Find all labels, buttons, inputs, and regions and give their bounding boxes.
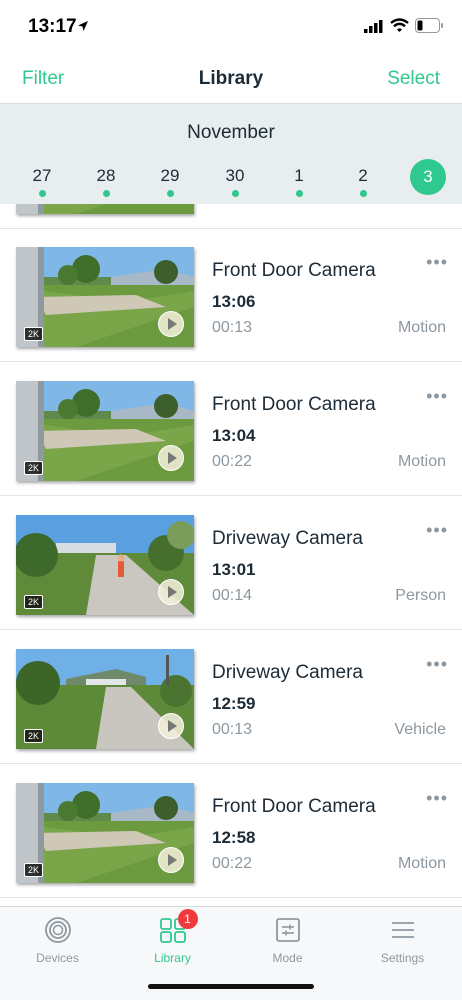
grid-icon: 1 — [158, 909, 198, 945]
tab-devices-label: Devices — [36, 951, 79, 965]
tab-devices[interactable]: Devices — [0, 915, 115, 965]
day-2[interactable]: 2 — [343, 160, 383, 197]
camera-name: Driveway Camera — [212, 662, 363, 683]
recording-dot — [359, 190, 367, 197]
day-3[interactable]: 3 — [410, 159, 446, 195]
tab-settings-label: Settings — [380, 951, 425, 965]
day-strip: 27 28 29 30 1 2 3 — [0, 159, 462, 200]
month-label: November — [187, 122, 275, 143]
quality-badge: 2K — [24, 595, 44, 609]
more-options-icon[interactable]: ••• — [426, 654, 448, 675]
day-number: 27 — [32, 166, 52, 185]
day-number: 1 — [294, 166, 304, 185]
recording-time: 12:59 — [212, 694, 256, 713]
day-28[interactable]: 28 — [86, 160, 126, 197]
status-time: 13:17 — [28, 16, 77, 37]
recording-time: 13:06 — [212, 292, 256, 311]
hamburger-icon — [388, 915, 418, 945]
status-bar: 13:17 — [0, 0, 462, 56]
day-number: 28 — [96, 166, 116, 185]
day-number: 3 — [423, 167, 433, 186]
recording-duration: 00:13 — [212, 319, 253, 336]
recording-dot — [102, 190, 110, 197]
recording-type: Motion — [397, 319, 446, 336]
day-number: 30 — [225, 166, 245, 185]
recording-row[interactable]: 2K Driveway Camera 13:01 00:14 Person ••• — [0, 496, 462, 630]
play-icon[interactable] — [158, 311, 184, 337]
recording-time: 13:01 — [212, 560, 256, 579]
tab-library-label: Library — [154, 951, 191, 965]
recording-time: 13:04 — [212, 426, 256, 445]
nav-bar: Filter Library Select — [0, 56, 462, 102]
recording-type: Motion — [397, 453, 446, 470]
recording-duration: 00:14 — [212, 587, 253, 604]
day-29[interactable]: 29 — [150, 160, 190, 197]
camera-name: Front Door Camera — [212, 394, 376, 415]
camera-name: Front Door Camera — [212, 796, 376, 817]
play-icon[interactable] — [158, 847, 184, 873]
recording-dot — [166, 190, 174, 197]
recording-row[interactable]: 2K Front Door Camera 13:04 00:22 Motion ••• — [0, 362, 462, 496]
recording-type: Vehicle — [394, 721, 446, 738]
recording-thumbnail[interactable] — [16, 203, 194, 214]
filter-button[interactable]: Filter — [22, 68, 64, 90]
recording-thumbnail[interactable]: 2K — [16, 649, 194, 749]
library-badge: 1 — [177, 909, 198, 929]
recording-dot — [231, 190, 239, 197]
recording-thumbnail[interactable]: 2K — [16, 247, 194, 347]
recording-type: Motion — [397, 855, 446, 872]
recording-dot — [38, 190, 46, 197]
tab-settings[interactable]: Settings — [345, 915, 460, 965]
recording-duration: 00:13 — [212, 721, 253, 738]
battery-icon — [415, 18, 443, 33]
recording-type: Person — [395, 587, 446, 604]
recording-row[interactable]: 2K Front Door Camera 12:58 00:22 Motion ••• — [0, 764, 462, 898]
tab-library[interactable]: 1 Library — [115, 909, 230, 965]
day-number: 2 — [358, 166, 368, 185]
recording-dot — [295, 190, 303, 197]
cell-signal-icon — [364, 20, 383, 33]
select-button[interactable]: Select — [387, 68, 440, 90]
quality-badge: 2K — [24, 863, 44, 877]
day-number: 29 — [160, 166, 180, 185]
recording-thumbnail[interactable]: 2K — [16, 515, 194, 615]
play-icon[interactable] — [158, 445, 184, 471]
recording-row[interactable]: 2K Front Door Camera 13:06 00:13 Motion ••• — [0, 228, 462, 362]
recording-duration: 00:22 — [212, 453, 253, 470]
day-1[interactable]: 1 — [279, 160, 319, 197]
camera-name: Driveway Camera — [212, 528, 363, 549]
sliders-icon — [273, 915, 303, 945]
location-arrow-icon — [78, 21, 88, 31]
more-options-icon[interactable]: ••• — [426, 520, 448, 541]
more-options-icon[interactable]: ••• — [426, 386, 448, 407]
quality-badge: 2K — [24, 729, 44, 743]
quality-badge: 2K — [24, 461, 44, 475]
camera-name: Front Door Camera — [212, 260, 376, 281]
camera-ring-icon — [43, 915, 73, 945]
quality-badge: 2K — [24, 327, 44, 341]
more-options-icon[interactable]: ••• — [426, 788, 448, 809]
recording-thumbnail[interactable]: 2K — [16, 381, 194, 481]
tab-mode-label: Mode — [272, 951, 303, 965]
recordings-list[interactable]: 00:12Vehicle 2K Front Door Camera 13:06 00:1… — [0, 203, 462, 906]
day-30[interactable]: 30 — [215, 160, 255, 197]
more-options-icon[interactable]: ••• — [426, 252, 448, 273]
date-selector: November 27 28 29 30 1 2 3 — [0, 103, 462, 204]
play-icon[interactable] — [158, 713, 184, 739]
recording-row[interactable]: 2K Driveway Camera 12:59 00:13 Vehicle ••• — [0, 630, 462, 764]
recording-time: 12:58 — [212, 828, 256, 847]
recording-duration: 00:22 — [212, 855, 253, 872]
day-27[interactable]: 27 — [22, 160, 62, 197]
list-item-partial[interactable]: 00:12Vehicle — [0, 203, 462, 229]
wifi-icon — [390, 18, 409, 32]
home-indicator — [148, 984, 314, 989]
recording-thumbnail[interactable]: 2K — [16, 783, 194, 883]
tab-mode[interactable]: Mode — [230, 915, 345, 965]
play-icon[interactable] — [158, 579, 184, 605]
